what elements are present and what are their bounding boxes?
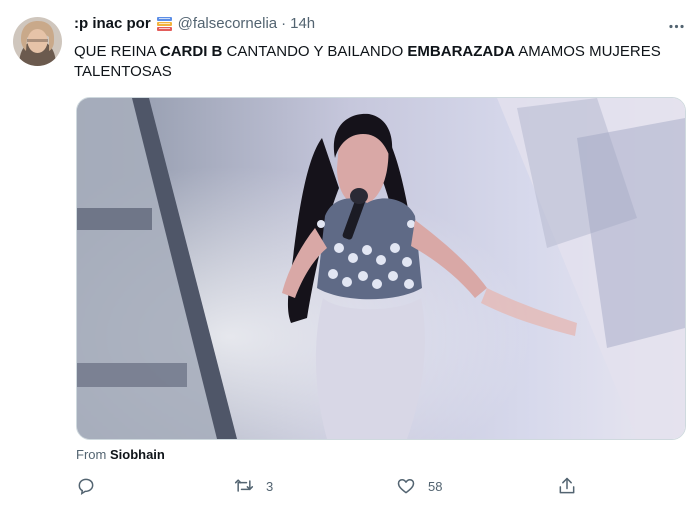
tweet-text-bold: CARDI B	[159, 43, 223, 60]
handle[interactable]: @falsecornelia	[178, 15, 277, 32]
heart-icon	[397, 479, 415, 494]
share-button[interactable]	[557, 474, 577, 498]
from-label: From	[76, 447, 107, 462]
retweet-button[interactable]: 3	[234, 474, 273, 498]
tweet-actions: 3 58	[76, 474, 596, 498]
separator-dot: ·	[281, 15, 287, 32]
from-name[interactable]: Siobhain	[110, 447, 165, 462]
tweet-card[interactable]: :p inac por @falsecornelia · 14h QUE REI…	[0, 0, 700, 512]
retweet-count: 3	[266, 478, 274, 494]
video-frame	[77, 98, 685, 439]
tweet-text-part: QUE REINA	[74, 43, 160, 60]
share-icon	[559, 477, 575, 494]
display-name[interactable]: :p inac por	[74, 15, 151, 32]
avatar[interactable]	[13, 17, 62, 66]
tweet-header: :p inac por @falsecornelia · 14h	[74, 15, 315, 32]
like-count: 58	[428, 478, 443, 494]
video-attribution: From Siobhain	[76, 447, 165, 462]
tweet-text-part: CANTANDO Y BAILANDO	[222, 43, 408, 60]
reply-button[interactable]	[76, 474, 108, 498]
timestamp[interactable]: 14h	[290, 15, 315, 32]
like-button[interactable]: 58	[396, 474, 442, 498]
video-player[interactable]	[76, 97, 686, 440]
avatar-image	[13, 17, 62, 66]
more-icon[interactable]	[664, 14, 688, 38]
books-emoji	[156, 16, 173, 32]
retweet-icon	[234, 479, 254, 492]
tweet-text: QUE REINA CARDI B CANTANDO Y BAILANDO EM…	[74, 42, 674, 82]
reply-icon	[78, 478, 94, 495]
tweet-text-bold: EMBARAZADA	[407, 43, 515, 60]
